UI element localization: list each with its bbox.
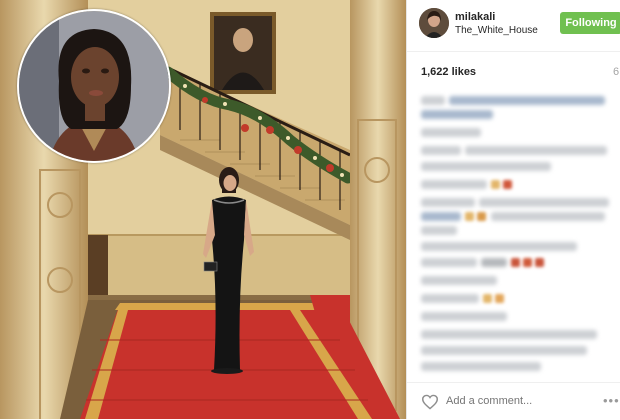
blurred-emoji bbox=[503, 180, 512, 189]
blurred-emoji bbox=[511, 258, 520, 267]
likes-count[interactable]: 1,622 likes bbox=[421, 66, 476, 78]
comment-bar: ••• bbox=[407, 382, 620, 420]
blurred-text bbox=[421, 212, 461, 221]
blurred-text bbox=[421, 146, 461, 155]
blurred-text bbox=[421, 162, 551, 171]
post-age: 6 bbox=[613, 66, 620, 78]
blurred-text bbox=[421, 330, 597, 339]
michelle-obama-inset-photo bbox=[17, 9, 171, 163]
blurred-text bbox=[421, 180, 487, 189]
blurred-text bbox=[421, 110, 493, 119]
avatar[interactable] bbox=[419, 8, 449, 38]
blurred-text bbox=[421, 258, 477, 267]
portrait-inset-image bbox=[19, 11, 169, 161]
blurred-text bbox=[421, 226, 457, 235]
post-header: milakali The_White_House Following bbox=[407, 0, 620, 52]
blurred-emoji bbox=[483, 294, 492, 303]
location-link[interactable]: The_White_House bbox=[455, 25, 538, 36]
more-options-icon[interactable]: ••• bbox=[603, 393, 620, 408]
blurred-text bbox=[421, 294, 479, 303]
blurred-text bbox=[491, 212, 605, 221]
heart-outline-icon[interactable] bbox=[421, 394, 439, 410]
blurred-text bbox=[421, 362, 541, 371]
add-comment-input[interactable] bbox=[446, 395, 566, 407]
blurred-text bbox=[481, 258, 507, 267]
blurred-text bbox=[449, 96, 605, 105]
blurred-emoji bbox=[477, 212, 486, 221]
blurred-text bbox=[421, 312, 507, 321]
blurred-text bbox=[421, 96, 445, 105]
blurred-text bbox=[421, 242, 577, 251]
blurred-text bbox=[421, 198, 475, 207]
blurred-text bbox=[421, 276, 497, 285]
username-link[interactable]: milakali bbox=[455, 11, 495, 23]
blurred-text bbox=[465, 146, 607, 155]
blurred-emoji bbox=[495, 294, 504, 303]
post-sidebar: milakali The_White_House Following 1,622… bbox=[406, 0, 620, 419]
blurred-emoji bbox=[491, 180, 500, 189]
blurred-text bbox=[421, 128, 481, 137]
blurred-emoji bbox=[535, 258, 544, 267]
blurred-emoji bbox=[523, 258, 532, 267]
following-button[interactable]: Following bbox=[560, 12, 620, 34]
blurred-text bbox=[421, 346, 587, 355]
avatar-image bbox=[419, 8, 449, 38]
post-photo[interactable] bbox=[0, 0, 406, 419]
blurred-text bbox=[479, 198, 609, 207]
blurred-emoji bbox=[465, 212, 474, 221]
